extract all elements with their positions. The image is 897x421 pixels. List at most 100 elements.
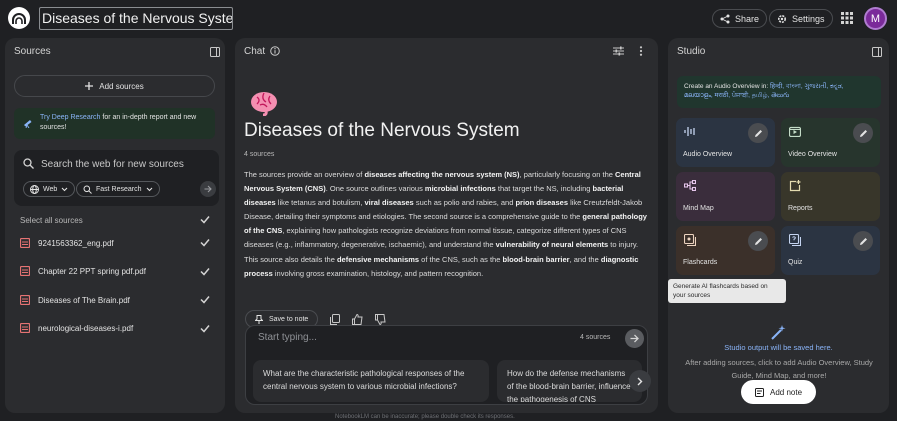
collapse-panel-icon[interactable] [872,47,882,57]
flashcards-label: Flashcards [683,259,718,266]
arrow-right-icon [204,185,212,193]
arrow-right-icon [630,334,639,343]
chevron-down-icon [146,187,153,192]
collapse-panel-icon[interactable] [210,47,220,57]
sliders-icon[interactable] [613,46,624,56]
select-all-label: Select all sources [20,216,83,225]
audio-banner-text: Create an Audio Overview in: [684,83,770,90]
pdf-icon [20,238,30,248]
flashcards-tile[interactable]: Flashcards [676,226,775,275]
pencil-icon [754,237,763,246]
pencil-icon [859,237,868,246]
pdf-icon [20,266,30,276]
notebook-title-input[interactable]: Diseases of the Nervous System [39,7,233,30]
mind-map-icon [684,180,696,191]
add-note-button[interactable]: Add note [741,380,816,404]
studio-output-title: Studio output will be saved here. [724,343,833,352]
web-search-box: Search the web for new sources Web Fast … [14,150,219,206]
note-icon [754,387,764,397]
video-icon [789,126,801,137]
mind-map-tile[interactable]: Mind Map [676,172,775,221]
source-name: Chapter 22 PPT spring pdf.pdf [38,266,146,276]
next-suggestions-button[interactable] [629,370,651,392]
pin-icon [255,314,263,324]
settings-button[interactable]: Settings [769,9,833,28]
suggested-question[interactable]: How do the defense mechanisms of the blo… [497,360,642,402]
source-checkbox[interactable] [200,267,210,276]
web-source-dropdown[interactable]: Web [23,181,76,197]
add-note-label: Add note [769,387,803,397]
list-item[interactable]: 9241563362_eng.pdf [20,235,220,251]
chat-panel: Chat Diseases of the Nervous System 4 so… [235,38,658,413]
studio-panel: Studio Create an Audio Overview in: हिन्… [668,38,889,413]
research-mode-dropdown[interactable]: Fast Research [76,181,160,197]
share-label: Share [735,13,760,24]
source-checkbox[interactable] [200,238,210,247]
copy-icon[interactable] [330,313,341,325]
chat-input[interactable]: Start typing... [258,332,317,343]
deep-research-link[interactable]: Try Deep Research [40,114,100,121]
search-icon [23,158,34,169]
audio-overview-label: Audio Overview [683,151,733,158]
quiz-tile[interactable]: Quiz [781,226,880,275]
source-checkbox[interactable] [200,295,210,304]
avatar[interactable]: M [864,7,887,30]
reports-label: Reports [788,205,813,212]
gear-icon [777,14,787,24]
apps-grid-icon[interactable] [841,12,853,24]
plus-icon [85,82,94,90]
chevron-down-icon [61,187,68,192]
quiz-icon [789,234,801,246]
deep-research-banner[interactable]: Try Deep Research for an in-depth report… [14,108,215,139]
list-item[interactable]: Chapter 22 PPT spring pdf.pdf [20,263,220,279]
thumbs-up-icon[interactable] [352,313,363,325]
audio-language-banner[interactable]: Create an Audio Overview in: हिन्दी, বাং… [677,76,881,108]
share-button[interactable]: Share [712,9,768,28]
chat-title-label: Chat [244,46,266,57]
edit-button[interactable] [748,123,768,143]
list-item[interactable]: Diseases of The Brain.pdf [20,292,220,308]
globe-icon [30,184,39,194]
telescope-icon [23,118,33,128]
notebook-summary: The sources provide an overview of disea… [244,170,647,278]
edit-button[interactable] [853,231,873,251]
add-sources-button[interactable]: Add sources [14,75,215,97]
edit-button[interactable] [853,123,873,143]
source-name: 9241563362_eng.pdf [38,238,114,248]
info-icon[interactable] [270,46,280,56]
suggested-question[interactable]: What are the characteristic pathological… [253,360,489,402]
pencil-icon [859,129,868,138]
magic-wand-icon [771,325,786,340]
studio-panel-title: Studio [677,46,706,57]
web-search-input[interactable]: Search the web for new sources [41,159,184,170]
chat-source-count: 4 sources [244,151,275,158]
top-bar: Diseases of the Nervous System Share Set… [0,0,897,38]
list-item[interactable]: neurological-diseases-i.pdf [20,320,220,336]
send-button[interactable] [625,329,644,348]
sources-panel: Sources Add sources Try Deep Research fo… [5,38,225,413]
web-chip-label: Web [43,185,58,193]
video-overview-label: Video Overview [788,151,837,158]
sources-panel-title: Sources [14,46,51,57]
research-chip-label: Fast Research [96,185,142,193]
edit-button[interactable] [748,231,768,251]
select-all-checkbox[interactable] [200,215,210,224]
notebooklm-logo-icon[interactable] [8,7,30,29]
brain-emoji-icon [249,90,279,116]
flashcards-icon [684,234,696,246]
flashcards-tooltip: Generate AI flashcards based on your sou… [668,279,786,303]
chevron-right-icon [637,377,643,386]
settings-label: Settings [792,13,825,24]
reports-tile[interactable]: Reports [781,172,880,221]
more-vert-icon[interactable] [639,46,643,56]
source-checkbox[interactable] [200,324,210,333]
mind-map-label: Mind Map [683,205,714,212]
reports-icon [789,180,801,192]
waveform-icon [684,126,696,137]
chat-heading: Diseases of the Nervous System [244,120,520,141]
search-submit-button[interactable] [200,181,216,197]
video-overview-tile[interactable]: Video Overview [781,118,880,167]
chat-panel-title: Chat [244,46,265,57]
thumbs-down-icon[interactable] [375,313,386,325]
audio-overview-tile[interactable]: Audio Overview [676,118,775,167]
